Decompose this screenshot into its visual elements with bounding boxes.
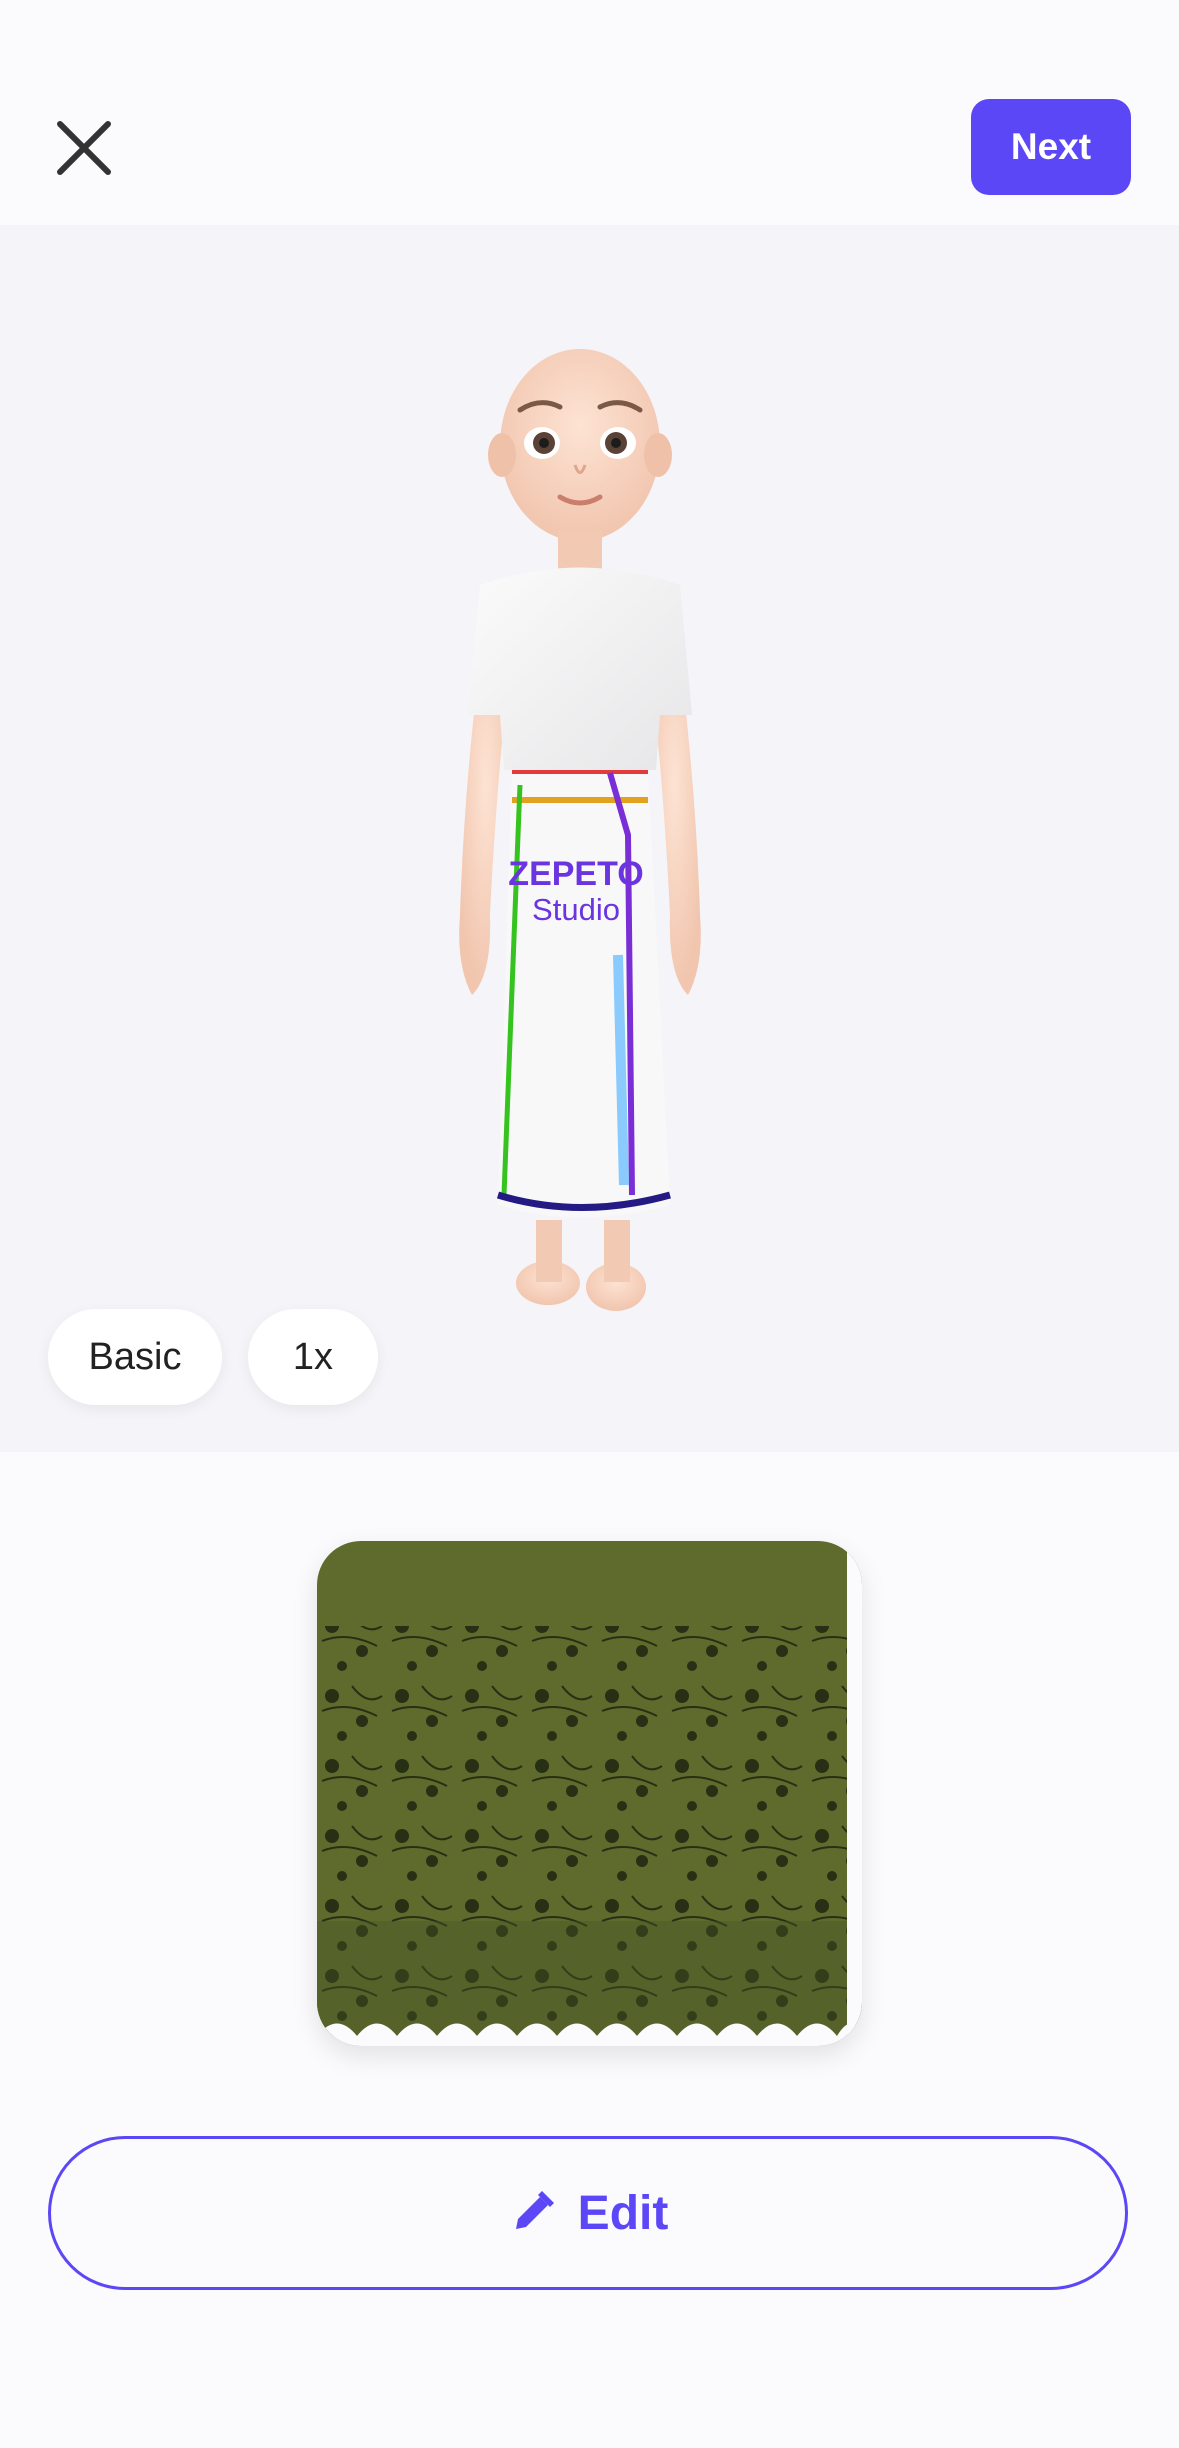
avatar-viewer[interactable]: ZEPETO Studio Basic 1x bbox=[0, 225, 1179, 1452]
pencil-icon bbox=[515, 2191, 554, 2229]
zoom-toggle-button[interactable]: 1x bbox=[248, 1309, 378, 1405]
close-button[interactable] bbox=[48, 112, 120, 184]
close-icon bbox=[57, 121, 111, 175]
logo-line-1: ZEPETO bbox=[508, 855, 643, 893]
avatar-preview: ZEPETO Studio bbox=[459, 349, 701, 1311]
edit-button[interactable]: Edit bbox=[48, 2136, 1128, 2290]
texture-thumbnail[interactable] bbox=[317, 1541, 862, 2046]
floral-texture-thumbnail bbox=[317, 1541, 862, 2046]
pose-basic-button[interactable]: Basic bbox=[48, 1309, 222, 1405]
logo-line-2: Studio bbox=[532, 892, 620, 927]
next-button[interactable]: Next bbox=[971, 99, 1131, 195]
top-bar: Next bbox=[0, 0, 1179, 225]
edit-label: Edit bbox=[577, 2186, 669, 2240]
